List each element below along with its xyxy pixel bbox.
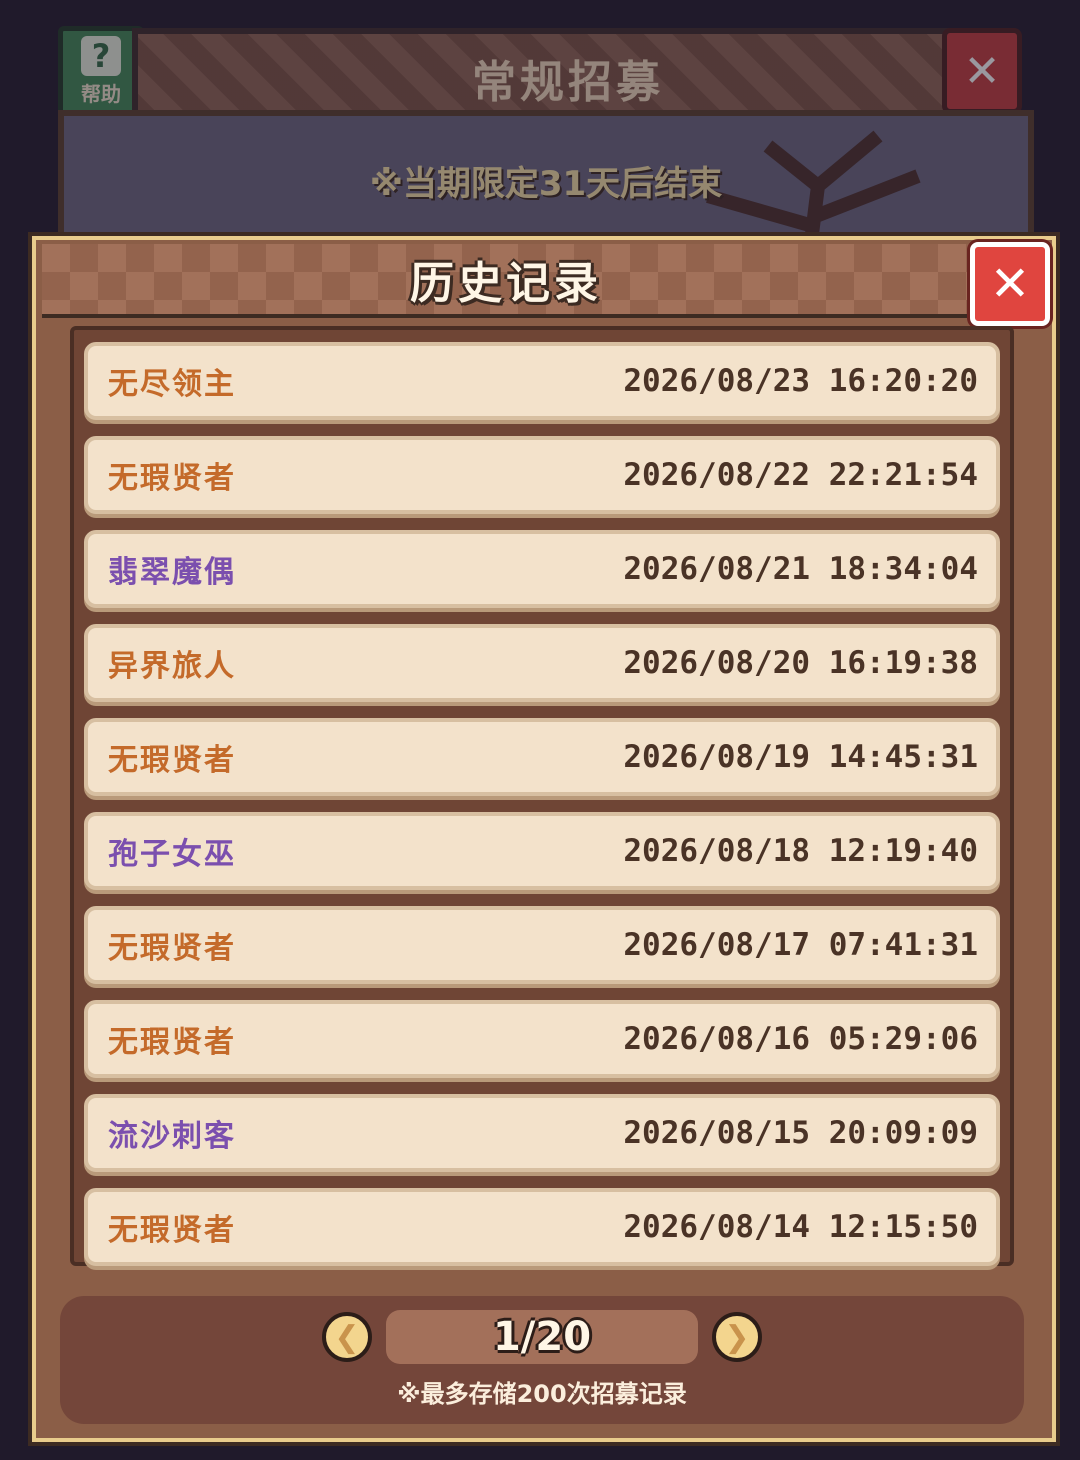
record-time: 2026/08/16 05:29:06 [623, 1021, 978, 1057]
recruit-title: 常规招募 [472, 57, 664, 108]
record-row[interactable]: 无瑕贤者 2026/08/19 14:45:31 [84, 718, 1000, 796]
record-time: 2026/08/14 12:15:50 [623, 1209, 978, 1245]
record-time: 2026/08/15 20:09:09 [623, 1115, 978, 1151]
record-row[interactable]: 无瑕贤者 2026/08/22 22:21:54 [84, 436, 1000, 514]
record-row[interactable]: 无瑕贤者 2026/08/17 07:41:31 [84, 906, 1000, 984]
record-name: 无瑕贤者 [108, 743, 236, 778]
record-name: 无瑕贤者 [108, 931, 236, 966]
record-row[interactable]: 无瑕贤者 2026/08/14 12:15:50 [84, 1188, 1000, 1266]
record-name: 无尽领主 [108, 367, 236, 402]
modal-title: 历史记录 [410, 258, 602, 309]
record-row[interactable]: 流沙刺客 2026/08/15 20:09:09 [84, 1094, 1000, 1172]
record-name: 异界旅人 [108, 649, 236, 684]
prev-page-button[interactable]: ❮ [322, 1312, 372, 1362]
record-name: 无瑕贤者 [108, 1025, 236, 1060]
recruit-panel-background: ? 帮助 常规招募 ✕ ※当期限定31天后结束 [40, 20, 1040, 266]
help-icon: ? [81, 35, 121, 76]
storage-note: ※最多存储200次招募记录 [397, 1380, 687, 1408]
modal-header: 历史记录 [42, 244, 970, 318]
record-name: 流沙刺客 [108, 1119, 236, 1154]
record-time: 2026/08/20 16:19:38 [623, 645, 978, 681]
limited-notice: ※当期限定31天后结束 [369, 164, 723, 204]
footer: ❮ 1/20 ❯ ※最多存储200次招募记录 [60, 1296, 1024, 1424]
record-time: 2026/08/17 07:41:31 [623, 927, 978, 963]
page-number: 1/20 [492, 1314, 592, 1360]
record-name: 无瑕贤者 [108, 1213, 236, 1248]
record-row[interactable]: 无尽领主 2026/08/23 16:20:20 [84, 342, 1000, 420]
record-time: 2026/08/21 18:34:04 [623, 551, 978, 587]
record-row[interactable]: 异界旅人 2026/08/20 16:19:38 [84, 624, 1000, 702]
record-time: 2026/08/19 14:45:31 [623, 739, 978, 775]
record-row[interactable]: 翡翠魔偶 2026/08/21 18:34:04 [84, 530, 1000, 608]
recruit-close-icon[interactable]: ✕ [942, 28, 1022, 114]
help-label: 帮助 [81, 81, 121, 106]
close-icon: ✕ [989, 256, 1031, 312]
next-page-button[interactable]: ❯ [712, 1312, 762, 1362]
record-name: 孢子女巫 [108, 837, 236, 872]
history-modal: 历史记录 ✕ 无尽领主 2026/08/23 16:20:20 无瑕贤者 2026/0… [32, 236, 1056, 1442]
record-row[interactable]: 无瑕贤者 2026/08/16 05:29:06 [84, 1000, 1000, 1078]
record-name: 无瑕贤者 [108, 461, 236, 496]
record-time: 2026/08/18 12:19:40 [623, 833, 978, 869]
record-time: 2026/08/22 22:21:54 [623, 457, 978, 493]
pagination: ❮ 1/20 ❯ [60, 1308, 1024, 1366]
record-name: 翡翠魔偶 [108, 555, 236, 590]
page-indicator: 1/20 [386, 1310, 698, 1364]
record-row[interactable]: 孢子女巫 2026/08/18 12:19:40 [84, 812, 1000, 890]
history-list[interactable]: 无尽领主 2026/08/23 16:20:20 无瑕贤者 2026/08/22 22… [70, 326, 1014, 1266]
record-time: 2026/08/23 16:20:20 [623, 363, 978, 399]
close-button[interactable]: ✕ [970, 242, 1050, 326]
